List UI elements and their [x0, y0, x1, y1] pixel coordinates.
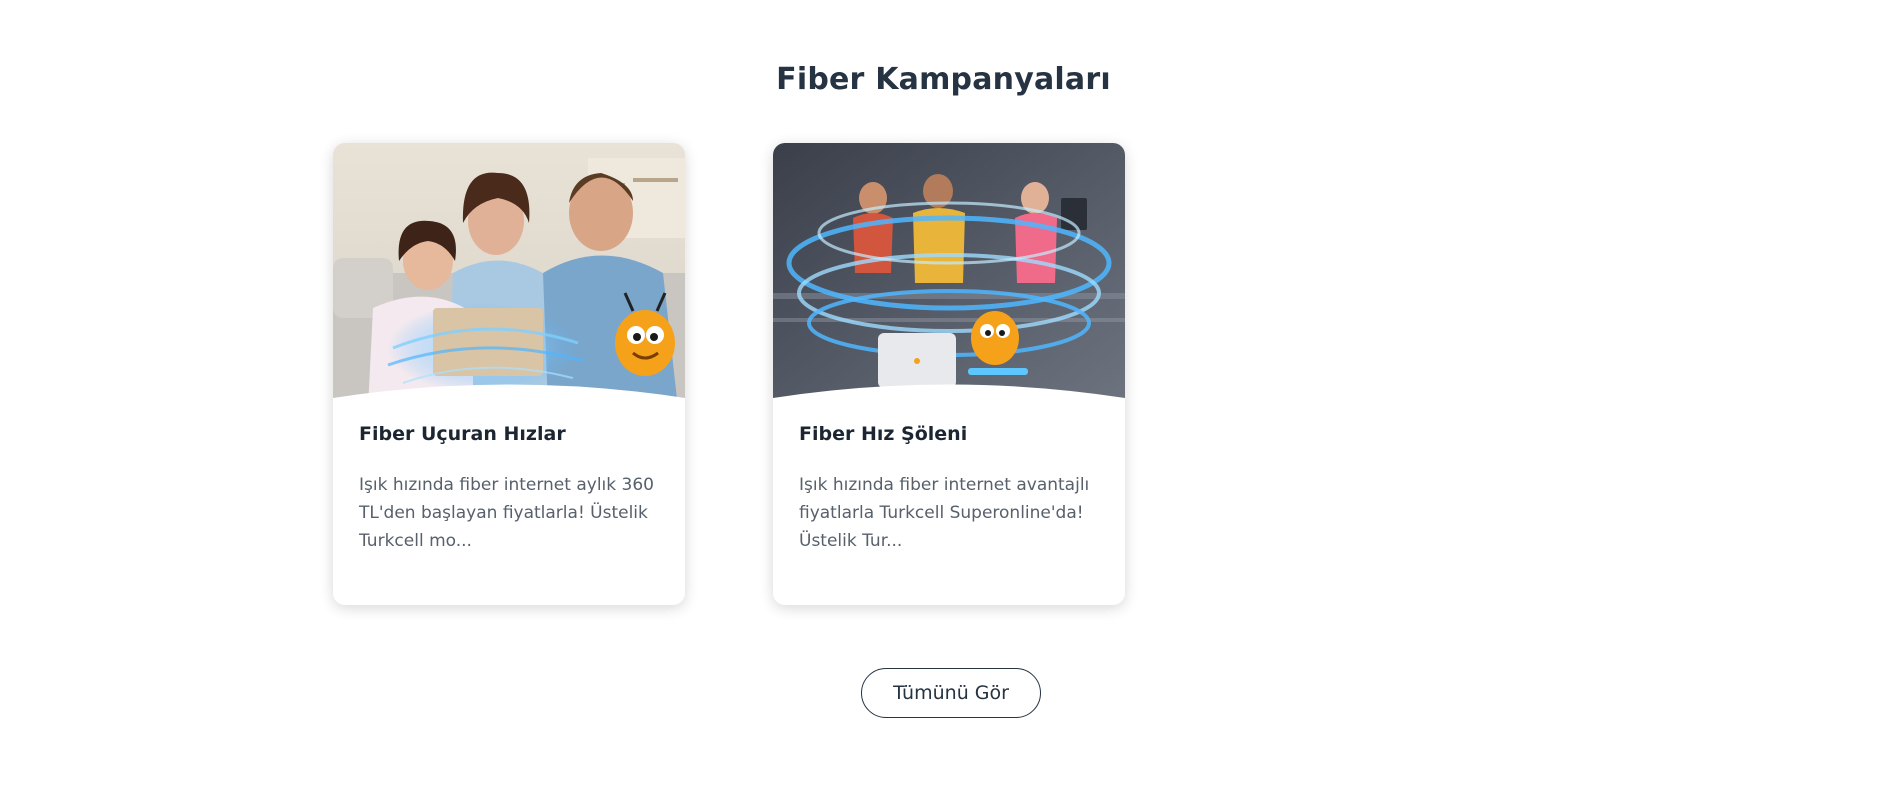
see-all-button[interactable]: Tümünü Gör	[861, 668, 1041, 718]
campaign-card-description: Işık hızında fiber internet avantajlı fi…	[799, 475, 1090, 551]
campaign-card-title: Fiber Hız Şöleni	[799, 423, 968, 445]
campaign-card-2[interactable]: Fiber Hız Şöleni Işık hızında fiber inte…	[773, 143, 1125, 605]
campaign-image-family	[333, 143, 685, 408]
campaign-card-1[interactable]: Fiber Uçuran Hızlar Işık hızında fiber i…	[333, 143, 685, 605]
campaign-card-title: Fiber Uçuran Hızlar	[359, 423, 566, 445]
campaign-section: Fiber Kampanyaları Fiber Uçuran Hızlar I…	[0, 0, 1887, 787]
campaign-image-speed	[773, 143, 1125, 408]
campaign-card-description: Işık hızında fiber internet aylık 360 TL…	[359, 475, 654, 551]
section-title: Fiber Kampanyaları	[776, 62, 1111, 97]
